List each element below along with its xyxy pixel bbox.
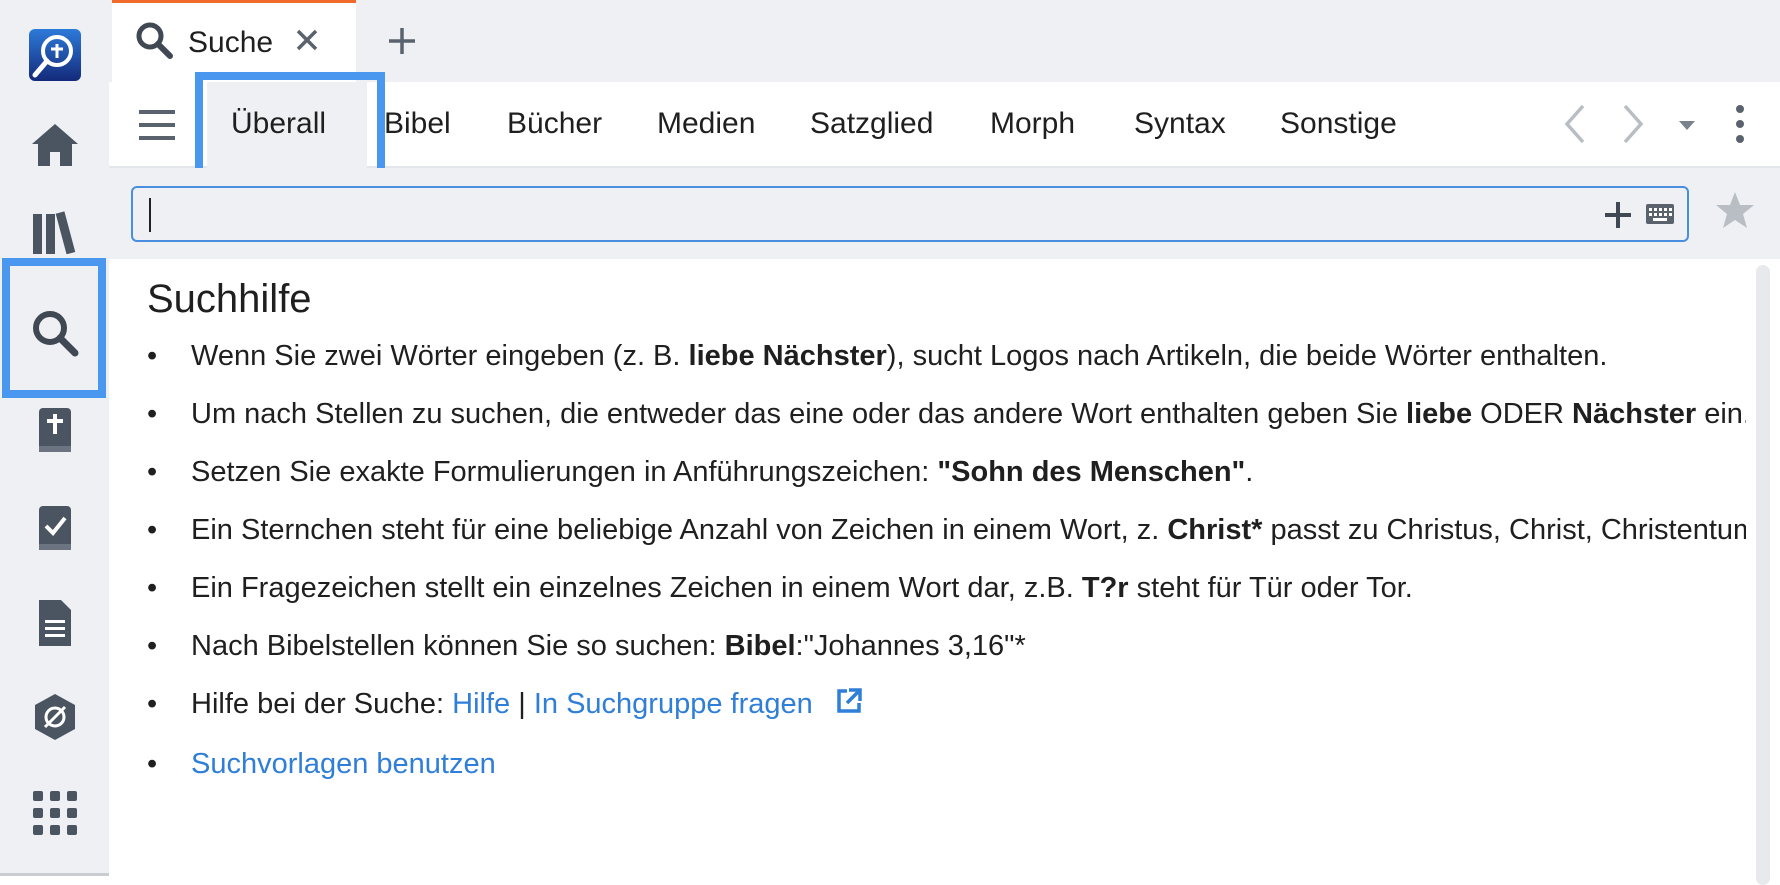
text-caret bbox=[149, 198, 151, 232]
library-icon[interactable] bbox=[0, 196, 109, 266]
external-link-icon[interactable] bbox=[835, 685, 863, 728]
list-item: • Setzen Sie exakte Formulierungen in Anf… bbox=[147, 456, 1254, 488]
home-icon[interactable] bbox=[0, 110, 109, 180]
list-item: • Hilfe bei der Suche: Hilfe | In Suchgru… bbox=[147, 683, 1780, 728]
tab-sonstige[interactable]: Sonstige bbox=[1280, 104, 1397, 144]
list-item: • Um nach Stellen zu suchen, die entweder… bbox=[147, 398, 1751, 430]
search-type-toolbar: Überall Bibel Bücher Medien Satzglied Mo… bbox=[109, 82, 1780, 168]
tab-satzglied[interactable]: Satzglied bbox=[810, 104, 933, 144]
search-icon[interactable] bbox=[0, 298, 109, 368]
dropdown-arrow-icon[interactable] bbox=[1677, 118, 1697, 136]
apps-grid-icon[interactable] bbox=[0, 778, 109, 848]
new-tab-button[interactable] bbox=[379, 18, 425, 64]
tab-syntax[interactable]: Syntax bbox=[1134, 104, 1226, 144]
search-box bbox=[131, 186, 1689, 242]
search-input[interactable] bbox=[147, 194, 1551, 236]
chevron-left-icon[interactable] bbox=[1561, 102, 1587, 151]
bible-icon[interactable] bbox=[0, 396, 109, 466]
menu-icon[interactable] bbox=[139, 108, 175, 147]
scrollbar[interactable] bbox=[1746, 259, 1780, 885]
left-rail bbox=[0, 0, 109, 876]
document-icon[interactable] bbox=[0, 588, 109, 658]
help-list: • Wenn Sie zwei Wörter eingeben (z. B. li… bbox=[147, 335, 1780, 801]
tab-bibel[interactable]: Bibel bbox=[384, 104, 451, 144]
search-templates-link[interactable]: Suchvorlagen benutzen bbox=[191, 748, 496, 780]
favorite-star-icon[interactable] bbox=[1715, 190, 1755, 235]
add-icon[interactable] bbox=[1603, 200, 1633, 235]
tab-morph[interactable]: Morph bbox=[990, 104, 1075, 144]
list-item: • Nach Bibelstellen können Sie so suchen:… bbox=[147, 630, 1026, 662]
logos-search-app-icon[interactable] bbox=[0, 18, 109, 88]
visual-filter-icon[interactable] bbox=[0, 682, 109, 752]
ask-search-group-link[interactable]: In Suchgruppe fragen bbox=[534, 688, 813, 720]
chevron-right-icon[interactable] bbox=[1621, 102, 1647, 151]
search-icon bbox=[134, 20, 174, 65]
keyboard-icon[interactable] bbox=[1645, 202, 1675, 231]
list-item: • Ein Fragezeichen stellt ein einzelnes Z… bbox=[147, 572, 1413, 604]
tab-medien[interactable]: Medien bbox=[657, 104, 755, 144]
list-item: • Ein Sternchen steht für eine beliebige … bbox=[147, 514, 1758, 546]
help-link[interactable]: Hilfe bbox=[452, 688, 510, 720]
tab-ueberall[interactable]: Überall bbox=[231, 104, 326, 144]
search-row bbox=[109, 168, 1780, 259]
list-item: • Wenn Sie zwei Wörter eingeben (z. B. li… bbox=[147, 340, 1608, 372]
search-help-panel: Suchhilfe • Wenn Sie zwei Wörter eingeben… bbox=[109, 259, 1757, 876]
tab-buecher[interactable]: Bücher bbox=[507, 104, 602, 144]
page-title: Suchhilfe bbox=[147, 277, 312, 321]
tab-strip: Suche bbox=[109, 0, 1780, 82]
tasks-icon[interactable] bbox=[0, 494, 109, 564]
close-icon[interactable] bbox=[295, 28, 319, 57]
scrollbar-thumb[interactable] bbox=[1756, 265, 1770, 885]
more-options-icon[interactable] bbox=[1735, 104, 1745, 149]
plus-icon bbox=[389, 28, 415, 54]
list-item: • Suchvorlagen benutzen bbox=[147, 748, 496, 780]
tab-title: Suche bbox=[188, 25, 274, 59]
tab-search[interactable]: Suche bbox=[112, 0, 356, 82]
